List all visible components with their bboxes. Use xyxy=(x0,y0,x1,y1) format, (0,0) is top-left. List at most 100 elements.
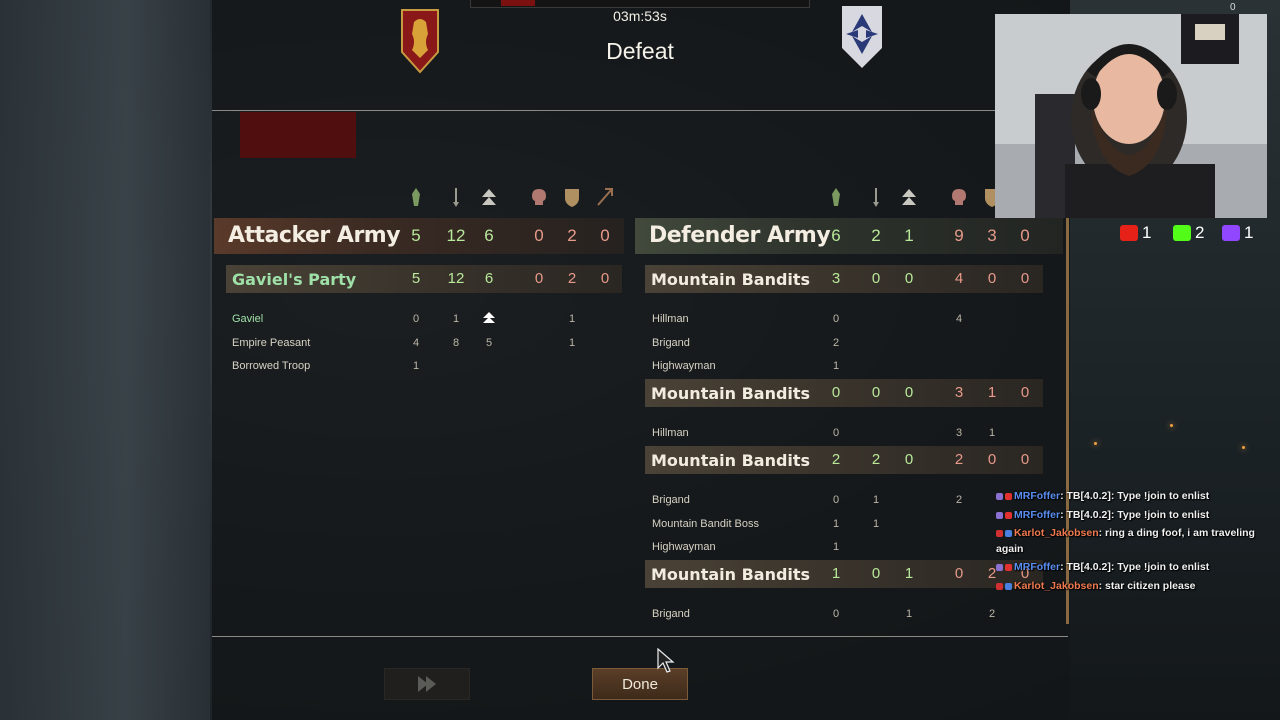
chat-platform-icon xyxy=(996,582,1003,590)
attacker-routed-icon xyxy=(482,189,496,205)
attacker-party-stat: 6 xyxy=(484,270,494,287)
chat-username: Karlot_Jakobsen xyxy=(1014,580,1099,592)
defender-routed-icon xyxy=(902,189,916,205)
battle-result-title: Defeat xyxy=(606,38,674,64)
kick-counter: 2 xyxy=(1173,222,1204,244)
party-name: Mountain Bandits xyxy=(651,384,811,403)
chat-username: MRFoffer xyxy=(1014,509,1061,521)
troop-stat: 1 xyxy=(832,360,840,372)
defender-party-stat: 3 xyxy=(954,384,964,401)
twitch-icon xyxy=(1222,225,1240,241)
party-name: Gaviel's Party xyxy=(232,270,357,289)
defender-party-stat: 1 xyxy=(904,565,914,582)
troop-stat: 1 xyxy=(905,608,913,620)
defender-party-stat: 2 xyxy=(831,451,841,468)
attacker-party-stat: 5 xyxy=(411,270,421,287)
defender-party-stat: 0 xyxy=(954,565,964,582)
attacker-army-stat: 6 xyxy=(484,226,494,245)
defender-party-stat: 0 xyxy=(1020,451,1030,468)
chat-badge-icon xyxy=(1005,511,1012,519)
battle-results-panel xyxy=(212,0,1070,720)
twitch-count: 1 xyxy=(1244,223,1254,242)
troop-stat: 0 xyxy=(832,608,840,620)
defender-party-stat: 0 xyxy=(1020,384,1030,401)
troop-stat: 1 xyxy=(412,360,420,372)
attacker-army-stat: 12 xyxy=(446,226,466,245)
chat-message: MRFoffer: TB[4.0.2]: Type !join to enlis… xyxy=(996,559,1258,575)
attacker-party-stat: 0 xyxy=(600,270,610,287)
streamer-webcam-image xyxy=(995,14,1267,218)
background-forest-left xyxy=(0,0,210,720)
troop-name: Brigand xyxy=(652,608,690,620)
divider-bottom xyxy=(212,636,1068,637)
troop-stat: 1 xyxy=(832,517,840,530)
troop-stat: 0 xyxy=(832,427,840,439)
attacker-flag-decoration xyxy=(240,112,356,158)
youtube-icon xyxy=(1120,225,1138,241)
troop-stat: 1 xyxy=(872,494,880,506)
chat-username: MRFoffer xyxy=(1014,561,1061,573)
ember xyxy=(1242,446,1245,449)
chat-platform-icon xyxy=(996,563,1003,571)
fast-forward-button[interactable] xyxy=(384,668,470,700)
defender-army-stat: 6 xyxy=(831,226,841,245)
defender-party-stat: 0 xyxy=(904,270,914,287)
attacker-party-stat: 2 xyxy=(567,270,577,287)
troop-stat: 1 xyxy=(568,336,576,349)
chat-text: : star citizen please xyxy=(1098,580,1196,592)
troop-name: Hillman xyxy=(652,427,689,439)
defender-army-stat: 9 xyxy=(954,226,964,245)
chat-badge-icon xyxy=(1005,582,1012,590)
defender-party-stat: 0 xyxy=(904,384,914,401)
defender-party-stat: 0 xyxy=(987,451,997,468)
chat-message: Karlot_Jakobsen: ring a ding foof, i am … xyxy=(996,525,1258,557)
troop-stat: 2 xyxy=(988,608,996,620)
attacker-party-stat: 12 xyxy=(447,270,465,287)
troop-name: Gaviel xyxy=(232,313,264,325)
troop-stat: 4 xyxy=(412,336,420,349)
kick-icon xyxy=(1173,225,1191,241)
fast-forward-icon xyxy=(418,676,436,692)
troop-name: Hillman xyxy=(652,313,689,325)
troop-stat: 3 xyxy=(955,427,963,439)
corner-counter: 0 xyxy=(1230,2,1236,13)
troop-stat: 8 xyxy=(452,336,460,349)
defender-army-stat: 2 xyxy=(871,226,881,245)
defender-killed-icon xyxy=(952,189,966,205)
kick-count: 2 xyxy=(1195,223,1205,242)
defender-party-stat: 0 xyxy=(871,384,881,401)
attacker-army-stat: 5 xyxy=(411,226,421,245)
defender-army-stat: 3 xyxy=(987,226,997,245)
chat-badge-icon xyxy=(1005,492,1012,500)
chat-badge-icon xyxy=(1005,529,1012,537)
attacker-killed-icon xyxy=(532,189,546,205)
chat-message: Karlot_Jakobsen: star citizen please xyxy=(996,578,1258,594)
defender-party-stat: 1 xyxy=(987,384,997,401)
defender-army-name: Defender Army xyxy=(649,223,831,248)
troop-name: Highwayman xyxy=(652,541,716,553)
party-name: Mountain Bandits xyxy=(651,565,811,584)
webcam-overlay xyxy=(995,14,1267,218)
troop-stat: 1 xyxy=(452,313,460,325)
youtube-counter: 1 xyxy=(1120,222,1151,244)
attacker-army-stat: 0 xyxy=(534,226,544,245)
defender-party-stat: 0 xyxy=(871,565,881,582)
defender-party-stat: 2 xyxy=(871,451,881,468)
defender-party-stat: 0 xyxy=(1020,270,1030,287)
defender-alive-icon xyxy=(832,188,840,206)
ember xyxy=(1170,424,1173,427)
chat-text: : TB[4.0.2]: Type !join to enlist xyxy=(1060,509,1210,521)
chat-username: Karlot_Jakobsen xyxy=(1014,527,1099,539)
defender-party-stat: 1 xyxy=(831,565,841,582)
chat-message: MRFoffer: TB[4.0.2]: Type !join to enlis… xyxy=(996,488,1258,504)
party-name: Mountain Bandits xyxy=(651,270,811,289)
chat-message: MRFoffer: TB[4.0.2]: Type !join to enlis… xyxy=(996,507,1258,523)
troop-stat: 1 xyxy=(872,517,880,530)
troop-name: Borrowed Troop xyxy=(232,360,311,372)
chat-text: : TB[4.0.2]: Type !join to enlist xyxy=(1060,490,1210,502)
defender-party-stat: 0 xyxy=(871,270,881,287)
troop-name: Mountain Bandit Boss xyxy=(652,517,760,530)
attacker-party-stat: 0 xyxy=(534,270,544,287)
attacker-army-stat: 2 xyxy=(567,226,577,245)
troop-stat: 1 xyxy=(988,427,996,439)
